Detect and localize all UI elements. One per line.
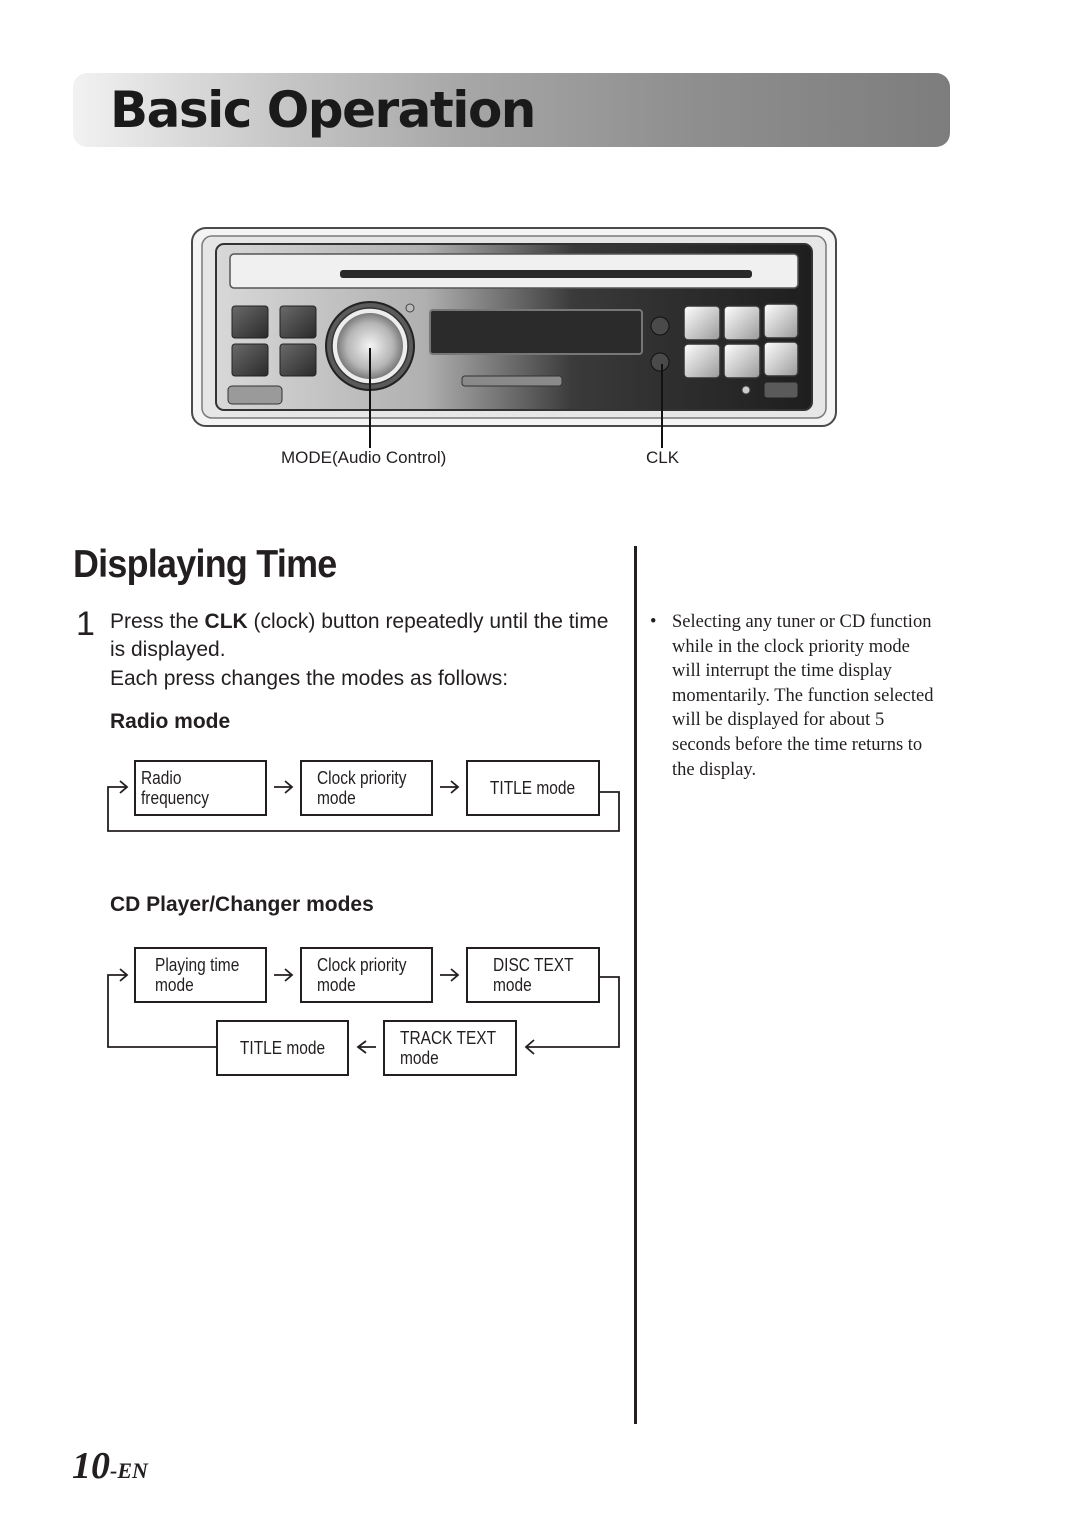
box-label: DISC TEXT mode bbox=[493, 955, 574, 995]
note-block: • Selecting any tuner or CD function whi… bbox=[650, 610, 940, 782]
radio-box-title: TITLE mode bbox=[466, 760, 600, 816]
cd-box-title: TITLE mode bbox=[216, 1020, 349, 1076]
page-number: 10-EN bbox=[72, 1442, 148, 1495]
cd-arrow-3 bbox=[356, 1040, 376, 1054]
bullet-icon: • bbox=[650, 612, 657, 632]
box-label: Playing time mode bbox=[155, 955, 240, 995]
cd-box-track-text: TRACK TEXT mode bbox=[383, 1020, 517, 1076]
column-divider bbox=[634, 546, 637, 1424]
radio-box-frequency: Radio frequency bbox=[134, 760, 267, 816]
page-language-suffix: -EN bbox=[110, 1458, 148, 1483]
box-label: Clock priority mode bbox=[317, 955, 407, 995]
cd-box-clock-priority: Clock priority mode bbox=[300, 947, 433, 1003]
radio-box-clock-priority: Clock priority mode bbox=[300, 760, 433, 816]
box-label: Clock priority mode bbox=[317, 768, 407, 808]
cd-arrow-1 bbox=[274, 968, 294, 982]
cd-modes-heading: CD Player/Changer modes bbox=[110, 893, 374, 916]
note-text: Selecting any tuner or CD function while… bbox=[672, 612, 934, 780]
cd-box-playing-time: Playing time mode bbox=[134, 947, 267, 1003]
box-label: TITLE mode bbox=[239, 1038, 326, 1058]
cd-box-disc-text: DISC TEXT mode bbox=[466, 947, 600, 1003]
cd-arrow-2 bbox=[440, 968, 460, 982]
box-label: TRACK TEXT mode bbox=[400, 1028, 497, 1068]
box-label: TITLE mode bbox=[490, 778, 576, 798]
radio-arrow-3 bbox=[440, 780, 460, 794]
radio-arrow-2 bbox=[274, 780, 294, 794]
box-label: Radio frequency bbox=[141, 768, 209, 808]
page-number-value: 10 bbox=[72, 1445, 110, 1487]
